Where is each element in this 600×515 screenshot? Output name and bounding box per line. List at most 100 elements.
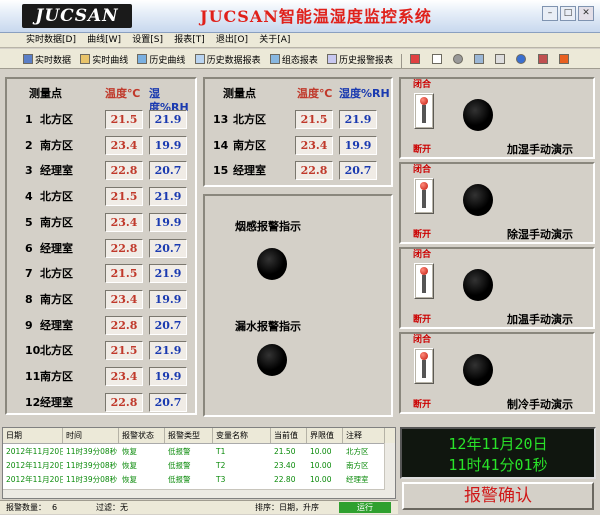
temperature-value: 21.5 <box>105 264 143 284</box>
clock-time: 11时41分01秒 <box>448 456 548 474</box>
alarm-table-cell: T2 <box>216 461 226 470</box>
switch-off-label: 断开 <box>413 400 432 410</box>
alarm-table-cell: 恢复 <box>122 475 137 484</box>
temperature-value: 23.4 <box>105 212 143 232</box>
menu-about[interactable]: 关于[A] <box>255 33 294 48</box>
alarm-table-cell: 2012年11月20日 <box>6 475 63 484</box>
manual-toggle-switch[interactable] <box>414 348 434 384</box>
settings-tool-button[interactable] <box>450 50 468 68</box>
toolbar-realtime-data-button[interactable]: 实时数据 <box>20 50 74 68</box>
alarm-column-header[interactable]: 日期 <box>3 428 63 443</box>
alarm-column-header[interactable]: 报警状态 <box>119 428 165 443</box>
alarm-table-cell: 22.80 <box>274 475 296 484</box>
power-tool-button[interactable] <box>556 50 574 68</box>
menu-exit[interactable]: 退出[O] <box>212 33 252 48</box>
status-lamp <box>463 99 493 131</box>
sensor-name: 南方区 <box>233 138 266 152</box>
title-bar: JUCSAN JUCSAN智能温湿度监控系统 – □ ✕ <box>0 0 600 33</box>
col-header-temp: 温度℃ <box>105 87 141 100</box>
toolbar-realtime-curve-button[interactable]: 实时曲线 <box>77 50 131 68</box>
switch-knob <box>420 267 428 275</box>
alarm-table-cell: 低报警 <box>168 461 191 470</box>
print-tool-button[interactable] <box>492 50 510 68</box>
switch-knob <box>420 182 428 190</box>
list-icon <box>431 54 442 64</box>
menu-settings[interactable]: 设置[S] <box>128 33 167 48</box>
alarm-table-cell: 2012年11月20日 <box>6 447 63 456</box>
sensor-number: 6 <box>25 241 33 255</box>
manual-toggle-switch[interactable] <box>414 263 434 299</box>
alarm-table-row[interactable]: 2012年11月20日 11时39分08秒 恢复 低报警 T3 22.80 10.00 经理室 <box>3 473 385 486</box>
alarm-table-row[interactable]: 2012年11月20日 11时39分08秒 恢复 低报警 T2 23.40 10.00 南方区 <box>3 459 385 472</box>
sensor-name: 经理室 <box>40 164 73 178</box>
alarm-table-cell: 低报警 <box>168 447 191 456</box>
col-header-temp: 温度℃ <box>297 87 333 100</box>
config-report-icon <box>269 54 280 64</box>
switch-lever <box>422 275 426 293</box>
alarm-count-label: 报警数量： <box>6 503 46 512</box>
alarm-ack-button[interactable]: 报警确认 <box>402 482 594 510</box>
window-title: JUCSAN智能温湿度监控系统 <box>200 7 432 26</box>
alarm-column-header[interactable]: 变量名称 <box>213 428 271 443</box>
sensor-panel-left: 测量点 温度℃ 湿度%RH 1 北方区 21.5 21.9 2 南方区 23.4 19.9 3 经… <box>5 77 197 415</box>
list-tool-button[interactable] <box>429 50 447 68</box>
alarm-table-cell: 11时39分08秒 <box>66 447 118 456</box>
manual-switch-panel: 闭合 断开 加温手动演示 <box>399 247 595 329</box>
temperature-value: 21.5 <box>105 110 143 129</box>
humidity-value: 20.7 <box>149 161 187 181</box>
alarm-column-header[interactable]: 注释 <box>343 428 385 443</box>
switch-off-label: 断开 <box>413 230 432 240</box>
alarm-column-header[interactable]: 当前值 <box>271 428 307 443</box>
water-alarm-lamp <box>257 344 287 376</box>
close-button[interactable]: ✕ <box>578 6 594 21</box>
horizontal-scrollbar[interactable] <box>3 489 385 498</box>
col-header-point: 测量点 <box>223 87 256 100</box>
status-lamp <box>463 354 493 386</box>
sensor-number: 3 <box>25 164 33 178</box>
menu-realtime[interactable]: 实时数据[D] <box>22 33 80 48</box>
alarm-table-cell: 经理室 <box>346 475 369 484</box>
status-lamp <box>463 184 493 216</box>
water-alarm-label: 漏水报警指示 <box>235 320 301 333</box>
sensor-number: 15 <box>213 164 229 178</box>
minimize-button[interactable]: – <box>542 6 558 21</box>
alarm-table-cell: 北方区 <box>346 447 369 456</box>
alarm-count: 6 <box>52 503 58 512</box>
humidity-value: 19.9 <box>149 367 187 386</box>
filter-value: 无 <box>120 503 128 512</box>
menu-report[interactable]: 报表[T] <box>170 33 209 48</box>
help-tool-button[interactable] <box>513 50 531 68</box>
alarm-column-header[interactable]: 报警类型 <box>165 428 213 443</box>
maximize-button[interactable]: □ <box>560 6 576 21</box>
manual-switch-panel: 闭合 断开 除湿手动演示 <box>399 162 595 244</box>
manual-toggle-switch[interactable] <box>414 178 434 214</box>
alarm-table-row[interactable]: 2012年11月20日 11时39分08秒 恢复 低报警 T1 21.50 10.00 北方区 <box>3 445 385 458</box>
temperature-value: 22.8 <box>295 161 333 181</box>
humidity-value: 21.9 <box>149 341 187 361</box>
switch-on-label: 闭合 <box>413 165 432 175</box>
toolbar-alarm-report-button[interactable]: 历史报警报表 <box>324 50 396 68</box>
link-tool-button[interactable] <box>471 50 489 68</box>
alert-tool-button[interactable] <box>407 50 425 68</box>
toolbar-history-curve-button[interactable]: 历史曲线 <box>134 50 188 68</box>
sensor-number: 14 <box>213 138 229 152</box>
switch-knob <box>420 97 428 105</box>
toolbar-history-report-button[interactable]: 历史数据报表 <box>192 50 264 68</box>
sensor-number: 8 <box>25 292 33 306</box>
menu-curve[interactable]: 曲线[W] <box>83 33 125 48</box>
alarm-table-cell: 23.40 <box>274 461 296 470</box>
alarm-table-cell: 南方区 <box>346 461 369 470</box>
sensor-name: 南方区 <box>40 292 73 306</box>
switch-lever <box>422 105 426 123</box>
sensor-name: 经理室 <box>40 241 73 255</box>
switch-demo-label: 加温手动演示 <box>507 313 573 326</box>
alarm-column-header[interactable]: 界限值 <box>307 428 343 443</box>
toolbar-config-report-button[interactable]: 组态报表 <box>267 50 321 68</box>
alarm-table-cell: T3 <box>216 475 226 484</box>
manual-toggle-switch[interactable] <box>414 93 434 129</box>
vertical-scrollbar[interactable] <box>384 443 395 498</box>
alarm-column-header[interactable]: 时间 <box>63 428 119 443</box>
switch-off-label: 断开 <box>413 315 432 325</box>
temperature-value: 21.5 <box>295 110 333 129</box>
tools-tool-button[interactable] <box>535 50 553 68</box>
